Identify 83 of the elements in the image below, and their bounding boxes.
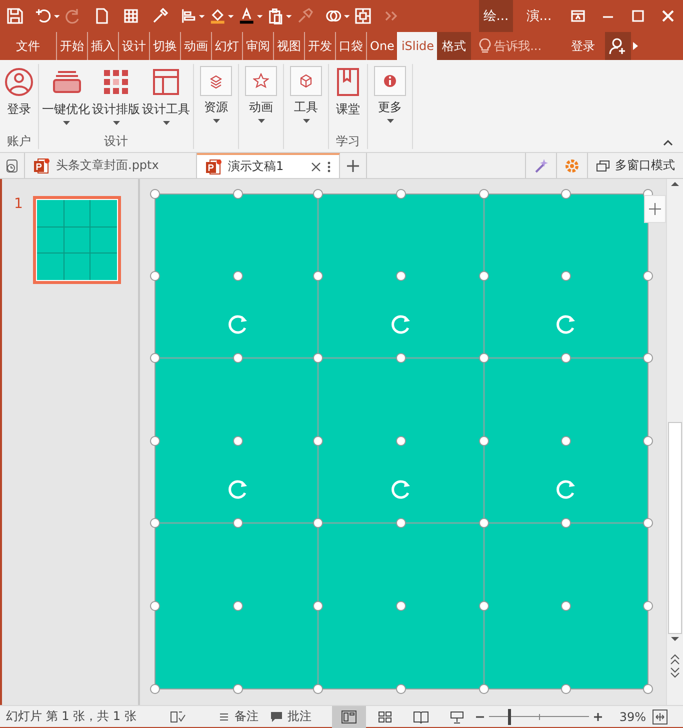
reading-view-icon: [413, 710, 430, 724]
caret-icon: [212, 119, 220, 123]
scrollbar-thumb[interactable]: [668, 422, 682, 634]
caret-icon[interactable]: [257, 14, 263, 18]
grid-icon[interactable]: [122, 7, 140, 25]
slide-number: 1: [14, 196, 23, 212]
save-icon[interactable]: [6, 7, 24, 25]
undo-icon[interactable]: [35, 7, 52, 25]
ribbon-button[interactable]: 登录: [2, 64, 36, 133]
ribbon-button[interactable]: 动画: [241, 64, 281, 133]
zoom-in-icon[interactable]: [593, 712, 604, 722]
fit-icon[interactable]: [354, 7, 372, 25]
info-icon: [382, 73, 398, 89]
ribbon-tab[interactable]: 格式: [437, 32, 472, 60]
zoom-level[interactable]: 39%: [613, 710, 652, 724]
cube-icon: [298, 73, 314, 89]
ribbon-button[interactable]: 资源: [196, 64, 236, 133]
paste-icon[interactable]: [267, 7, 284, 25]
comment-icon: [270, 710, 284, 722]
ribbon-button[interactable]: 设计工具: [141, 64, 191, 133]
multi-window-button[interactable]: 多窗口模式: [587, 153, 683, 178]
slide-count-text: 幻灯片 第 1 张，共 1 张: [6, 708, 136, 725]
caret-icon[interactable]: [344, 14, 350, 18]
history-icon[interactable]: [4, 158, 20, 174]
document-tab[interactable]: 演示文稿1: [197, 153, 340, 178]
caret-icon[interactable]: [199, 14, 205, 18]
maximize-icon[interactable]: [631, 9, 645, 23]
caret-icon: [112, 121, 120, 125]
magic-wand-icon[interactable]: [533, 158, 549, 174]
page-icon[interactable]: [93, 7, 111, 25]
layers-icon: [208, 73, 224, 89]
previous-slide-icon[interactable]: [670, 654, 680, 666]
zoom-slider-thumb[interactable]: [508, 708, 512, 724]
spell-check-icon[interactable]: [170, 710, 186, 724]
tell-me-field[interactable]: 告诉我...: [494, 38, 542, 54]
caret-icon: [386, 119, 394, 123]
add-tab-icon[interactable]: [346, 158, 360, 172]
fill-bucket-icon[interactable]: [209, 7, 226, 25]
font-color-icon[interactable]: [238, 7, 256, 25]
collapse-ribbon-icon[interactable]: [663, 140, 673, 146]
more-options-icon[interactable]: [327, 160, 331, 172]
add-user-icon[interactable]: [609, 37, 628, 55]
ribbon-button[interactable]: 课堂: [331, 64, 365, 133]
powerpoint-file-icon: [205, 158, 222, 174]
expand-icon[interactable]: [649, 203, 661, 215]
slide-sorter-icon: [377, 710, 394, 724]
windows-icon: [596, 160, 610, 172]
normal-view-icon: [341, 710, 358, 724]
group-label: 学习: [335, 133, 361, 149]
caret-icon: [258, 119, 264, 123]
group-label: 设计: [103, 133, 129, 149]
user-circle-icon: [3, 66, 35, 98]
align-icon[interactable]: [180, 7, 198, 25]
next-slide-icon[interactable]: [670, 666, 680, 678]
caret-icon[interactable]: [54, 14, 60, 18]
normal-view-button[interactable]: [332, 706, 366, 728]
ribbon-display-icon[interactable]: [571, 9, 585, 23]
caret-icon[interactable]: [286, 14, 292, 18]
ribbon-button[interactable]: 一键优化: [41, 64, 91, 133]
eyedropper-icon[interactable]: [151, 7, 169, 25]
window-title: 演...: [525, 8, 553, 25]
powerpoint-file-icon: [33, 158, 50, 174]
ribbon-button[interactable]: 工具: [286, 64, 326, 133]
close-icon[interactable]: [311, 162, 321, 172]
comments-button[interactable]: 批注: [264, 708, 318, 725]
ribbon-button[interactable]: 更多: [370, 64, 410, 133]
notes-icon: [218, 710, 230, 722]
ribbon-tab[interactable]: 文件: [0, 32, 56, 60]
sign-in-link[interactable]: 登录: [565, 32, 602, 60]
contextual-tab-label: 绘...: [479, 0, 513, 32]
caret-icon[interactable]: [228, 14, 234, 18]
fit-slide-icon[interactable]: [652, 708, 668, 724]
star-icon: [253, 73, 269, 89]
slideshow-icon: [449, 710, 466, 724]
group-label: 账户: [6, 133, 32, 149]
caret-icon: [302, 119, 310, 123]
caret-icon: [162, 121, 170, 125]
layout-icon: [150, 66, 182, 98]
lightbulb-icon[interactable]: [479, 38, 492, 54]
ribbon-tab[interactable]: iSlide: [397, 32, 438, 60]
ribbon-button[interactable]: 设计排版: [91, 64, 141, 133]
caret-icon: [62, 121, 70, 125]
notes-button[interactable]: 备注: [212, 708, 264, 725]
